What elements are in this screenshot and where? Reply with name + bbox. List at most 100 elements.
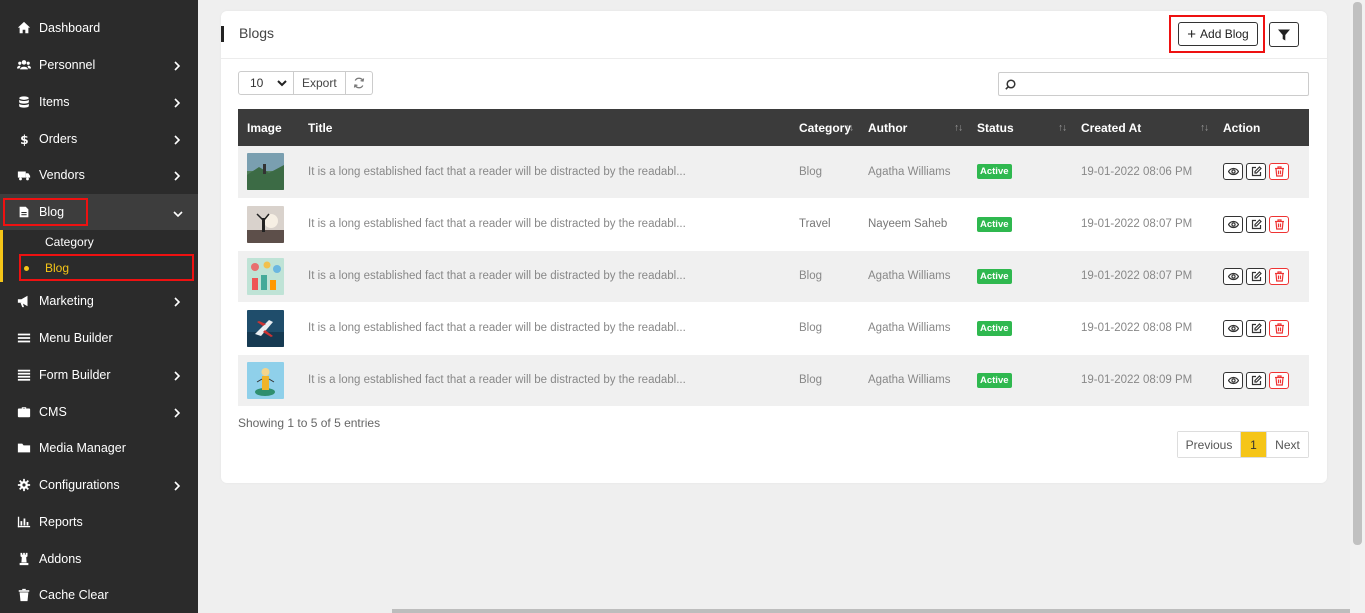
delete-button[interactable] <box>1269 371 1289 389</box>
view-button[interactable] <box>1223 215 1243 233</box>
delete-button[interactable] <box>1269 163 1289 181</box>
image-cell <box>238 146 299 198</box>
edit-button[interactable] <box>1246 371 1266 389</box>
sidebar-item-reports[interactable]: Reports <box>0 504 198 540</box>
export-button[interactable]: Export <box>294 71 346 95</box>
search-field[interactable] <box>998 72 1309 96</box>
edit-icon <box>1251 218 1262 229</box>
action-cell <box>1214 354 1309 406</box>
table-info: Showing 1 to 5 of 5 entries <box>238 416 381 430</box>
sidebar-item-menu-builder[interactable]: Menu Builder <box>0 320 198 356</box>
edit-button[interactable] <box>1246 163 1266 181</box>
chevron-right-icon <box>173 296 181 307</box>
sidebar-item-marketing[interactable]: Marketing <box>0 283 198 319</box>
search-icon <box>1005 79 1016 90</box>
sidebar-item-orders[interactable]: $ Orders <box>0 121 198 157</box>
sidebar-item-personnel[interactable]: Personnel <box>0 47 198 83</box>
sidebar-item-blog[interactable]: Blog <box>0 194 198 230</box>
filter-button[interactable] <box>1269 22 1299 47</box>
sidebar-item-cache-clear[interactable]: Cache Clear <box>0 577 198 613</box>
trash-icon <box>1274 374 1284 386</box>
horizontal-scrollbar[interactable] <box>392 609 1350 613</box>
blog-thumbnail[interactable] <box>247 309 284 347</box>
sidebar-item-addons[interactable]: Addons <box>0 541 198 577</box>
blog-thumbnail[interactable] <box>247 205 284 243</box>
home-icon <box>16 20 32 36</box>
view-button[interactable] <box>1223 163 1243 181</box>
title-cell: It is a long established fact that a rea… <box>308 374 686 386</box>
edit-button[interactable] <box>1246 319 1266 337</box>
action-cell <box>1214 302 1309 354</box>
created-cell: 19-01-2022 08:07 PM <box>1081 218 1193 230</box>
sidebar-subitem-category[interactable]: Category <box>45 235 94 249</box>
sidebar-item-vendors[interactable]: Vendors <box>0 157 198 193</box>
add-blog-button[interactable]: + Add Blog <box>1178 22 1258 46</box>
refresh-button[interactable] <box>345 71 373 95</box>
delete-button[interactable] <box>1269 215 1289 233</box>
sidebar-item-media-manager[interactable]: Media Manager <box>0 430 198 466</box>
scrollbar-thumb[interactable] <box>1353 2 1362 545</box>
col-header-image: Image <box>247 120 282 135</box>
chevron-down-icon <box>173 207 183 218</box>
blog-thumbnail[interactable] <box>247 257 284 295</box>
sidebar-item-items[interactable]: Items <box>0 84 198 120</box>
delete-button[interactable] <box>1269 267 1289 285</box>
image-cell <box>238 250 299 302</box>
sidebar-item-label: Menu Builder <box>39 331 113 345</box>
sidebar-item-configurations[interactable]: Configurations <box>0 467 198 503</box>
category-cell: Travel <box>799 218 831 230</box>
bars-icon <box>16 330 32 346</box>
eye-icon <box>1227 168 1239 176</box>
edit-button[interactable] <box>1246 267 1266 285</box>
vertical-scrollbar[interactable] <box>1350 0 1365 613</box>
page-title: Blogs <box>239 25 275 41</box>
sidebar-subitem-blog[interactable]: Blog <box>45 261 69 275</box>
action-cell <box>1214 146 1309 198</box>
edit-icon <box>1251 374 1262 385</box>
sidebar-item-label: Addons <box>39 552 82 566</box>
chevron-right-icon <box>173 480 181 491</box>
status-cell: Active <box>968 302 1072 354</box>
previous-page-button[interactable]: Previous <box>1178 432 1241 457</box>
sidebar-item-form-builder[interactable]: Form Builder <box>0 357 198 393</box>
view-button[interactable] <box>1223 267 1243 285</box>
blog-thumbnail[interactable] <box>247 361 284 399</box>
status-badge: Active <box>977 164 1012 180</box>
sidebar-item-label: Marketing <box>39 294 94 308</box>
blogs-card: Blogs + Add Blog 10 Export Image Title C… <box>221 11 1327 483</box>
eye-icon <box>1227 376 1239 384</box>
blog-icon <box>16 204 32 220</box>
col-header-status[interactable]: Status ↑↓ <box>968 109 1072 146</box>
col-header-title[interactable]: Title <box>299 109 790 146</box>
title-cell: It is a long established fact that a rea… <box>308 270 686 282</box>
sidebar-item-cms[interactable]: CMS <box>0 394 198 430</box>
page-1-button[interactable]: 1 <box>1241 432 1266 457</box>
blog-submenu: Category Blog <box>0 230 198 282</box>
database-icon <box>16 94 32 110</box>
category-cell: Blog <box>799 270 823 282</box>
col-header-category[interactable]: Category ↑↓ <box>790 109 859 146</box>
status-cell: Active <box>968 146 1072 198</box>
chevron-down-icon <box>277 80 287 87</box>
page-size-select[interactable]: 10 <box>238 71 294 95</box>
trash-icon <box>1274 166 1284 177</box>
author-cell: Agatha Williams <box>868 374 951 386</box>
page-size-value: 10 <box>250 76 264 90</box>
view-button[interactable] <box>1223 319 1243 337</box>
sidebar-item-label: CMS <box>39 405 67 419</box>
sidebar-item-dashboard[interactable]: Dashboard <box>0 10 198 46</box>
search-input[interactable] <box>1019 75 1304 93</box>
col-header-created-at[interactable]: Created At ↑↓ <box>1072 109 1214 146</box>
view-button[interactable] <box>1223 371 1243 389</box>
created-cell: 19-01-2022 08:06 PM <box>1081 165 1193 178</box>
chart-icon <box>16 514 32 530</box>
image-cell <box>238 198 299 250</box>
col-header-author[interactable]: Author ↑↓ <box>859 109 968 146</box>
gear-icon <box>16 477 32 493</box>
blog-thumbnail[interactable] <box>247 153 284 191</box>
edit-button[interactable] <box>1246 215 1266 233</box>
filter-icon <box>1278 29 1290 40</box>
sidebar-item-label: Form Builder <box>39 368 111 382</box>
delete-button[interactable] <box>1269 319 1289 337</box>
next-page-button[interactable]: Next <box>1266 432 1308 457</box>
